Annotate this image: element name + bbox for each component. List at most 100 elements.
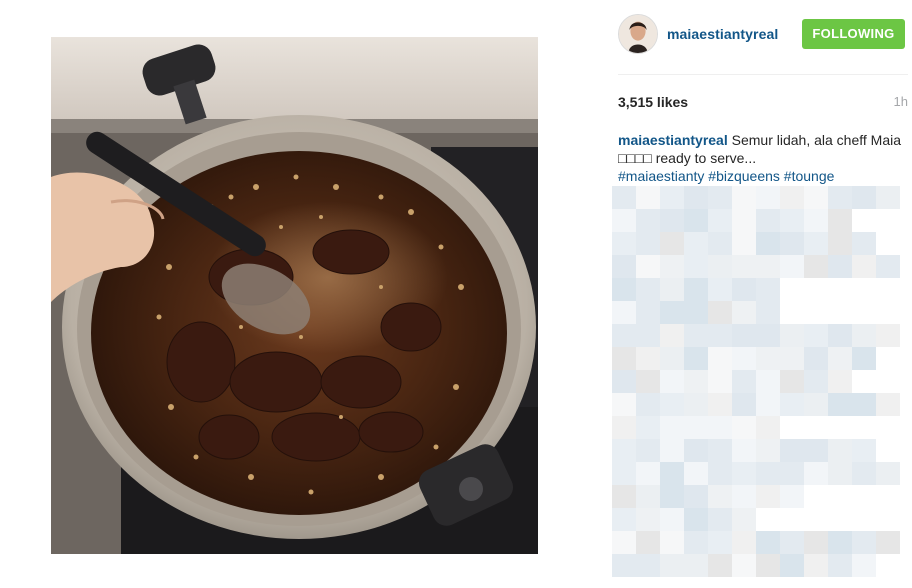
pixel-block (876, 531, 900, 554)
pixel-block (708, 416, 732, 439)
pixel-block (756, 416, 780, 439)
pixel-block (612, 370, 636, 393)
pixel-block (828, 209, 852, 232)
pixel-block (780, 186, 804, 209)
pixel-block (684, 393, 708, 416)
hashtag-link[interactable]: #tounge (784, 168, 835, 184)
pixel-block (660, 393, 684, 416)
pixel-block (636, 186, 660, 209)
pixel-block (708, 301, 732, 324)
pixel-block (732, 416, 756, 439)
post-photo[interactable] (51, 37, 538, 554)
pixel-block (876, 324, 900, 347)
pixel-block (708, 531, 732, 554)
pixel-block (756, 209, 780, 232)
pixel-block (660, 301, 684, 324)
pixel-block (780, 462, 804, 485)
caption-username[interactable]: maiaestiantyreal (618, 132, 728, 148)
pixel-block (636, 347, 660, 370)
post-header: maiaestiantyreal FOLLOWING (604, 14, 912, 56)
hashtag-link[interactable]: #maiaestianty (618, 168, 704, 184)
pixel-block (636, 554, 660, 577)
pixel-block (708, 462, 732, 485)
pixel-block (708, 347, 732, 370)
username-link[interactable]: maiaestiantyreal (667, 26, 778, 42)
pixel-block (636, 416, 660, 439)
post-time[interactable]: 1h (894, 94, 908, 109)
pixel-block (684, 232, 708, 255)
pixel-block (852, 255, 876, 278)
pixel-block (852, 232, 876, 255)
pixel-block (612, 209, 636, 232)
likes-count[interactable]: 3,515 likes (618, 94, 688, 110)
pixel-block (612, 255, 636, 278)
hashtag-link[interactable]: #bizqueens (708, 168, 780, 184)
pixel-block (780, 232, 804, 255)
pixel-block (636, 462, 660, 485)
post-stats: 3,515 likes 1h (618, 94, 908, 112)
pixel-block (828, 439, 852, 462)
pixel-block (804, 255, 828, 278)
avatar[interactable] (618, 14, 658, 54)
pixel-block (708, 370, 732, 393)
pixel-block (852, 554, 876, 577)
pixel-block (684, 255, 708, 278)
pixel-block (828, 347, 852, 370)
pixel-block (612, 462, 636, 485)
pixel-block (636, 393, 660, 416)
pixel-block (684, 508, 708, 531)
pixel-block (660, 278, 684, 301)
pixel-block (756, 255, 780, 278)
pixel-block (708, 278, 732, 301)
pixel-block (828, 462, 852, 485)
pixel-block (756, 324, 780, 347)
pixel-block (708, 255, 732, 278)
pixel-block (684, 439, 708, 462)
pixel-block (780, 485, 804, 508)
pixel-block (756, 393, 780, 416)
pixel-block (756, 531, 780, 554)
pixel-block (708, 186, 732, 209)
pixel-block (732, 485, 756, 508)
pixel-block (732, 209, 756, 232)
pixelated-comments (612, 186, 908, 588)
pixel-block (852, 324, 876, 347)
following-button[interactable]: FOLLOWING (802, 19, 905, 49)
pixel-block (804, 186, 828, 209)
pixel-block (780, 255, 804, 278)
pixel-block (876, 255, 900, 278)
pixel-block (828, 324, 852, 347)
pixel-block (684, 485, 708, 508)
pixel-block (660, 255, 684, 278)
pixel-block (732, 232, 756, 255)
pixel-block (636, 209, 660, 232)
pixel-block (708, 324, 732, 347)
pixel-block (612, 324, 636, 347)
pixel-block (708, 508, 732, 531)
pixel-block (876, 393, 900, 416)
pixel-block (708, 554, 732, 577)
pixel-block (756, 301, 780, 324)
pixel-block (804, 232, 828, 255)
pixel-block (732, 370, 756, 393)
pixel-block (756, 485, 780, 508)
pixel-block (756, 370, 780, 393)
pixel-block (828, 531, 852, 554)
pixel-block (708, 393, 732, 416)
pixel-block (756, 347, 780, 370)
pixel-block (612, 301, 636, 324)
pixel-block (636, 255, 660, 278)
pixel-block (852, 186, 876, 209)
pixel-block (756, 439, 780, 462)
pixel-block (732, 278, 756, 301)
pixel-block (876, 186, 900, 209)
pixel-block (828, 232, 852, 255)
pixel-block (612, 347, 636, 370)
pixel-block (852, 393, 876, 416)
avatar-photo-icon (619, 15, 657, 53)
pixel-block (636, 485, 660, 508)
pixel-block (660, 485, 684, 508)
pixel-block (732, 531, 756, 554)
pixel-block (756, 278, 780, 301)
pixel-block (684, 301, 708, 324)
